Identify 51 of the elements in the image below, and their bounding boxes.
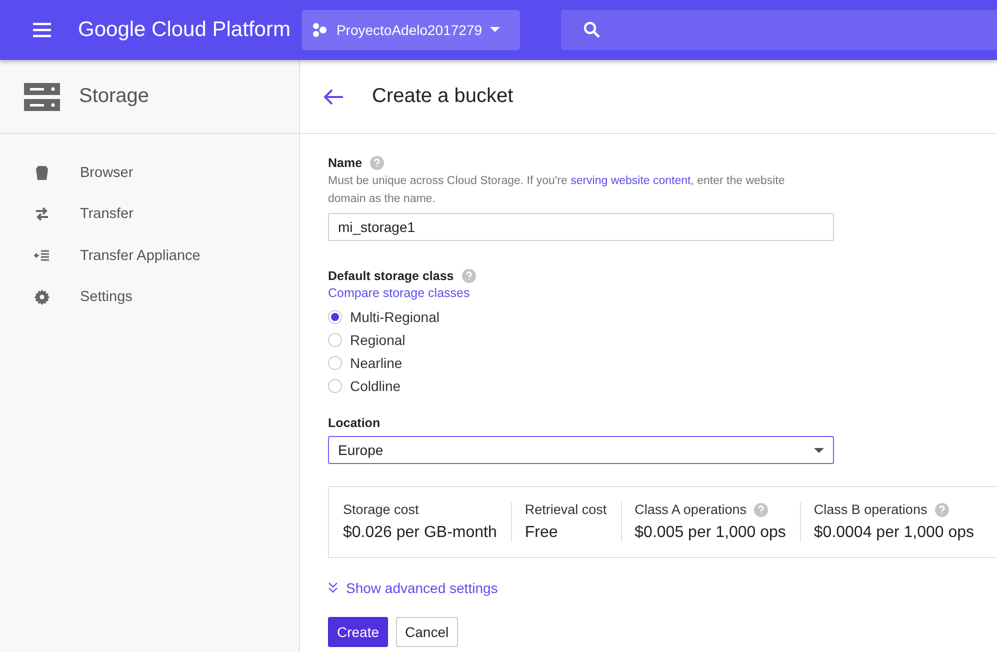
page-title: Create a bucket — [372, 85, 514, 108]
website-content-link[interactable]: serving website content — [570, 175, 691, 187]
radio-button[interactable] — [328, 378, 342, 392]
radio-label: Multi-Regional — [350, 308, 440, 324]
radio-button[interactable] — [328, 356, 342, 370]
help-icon[interactable] — [935, 502, 950, 516]
cost-value: Free — [524, 524, 559, 542]
create-button[interactable]: Create — [328, 617, 388, 647]
sidebar-title: Storage — [79, 85, 150, 108]
field-label: Location — [328, 416, 380, 430]
caret-icon — [490, 27, 500, 33]
back-arrow-icon[interactable] — [322, 88, 344, 106]
radio-button[interactable] — [328, 310, 342, 324]
cost-value: $0.026 per GB-month — [343, 524, 497, 542]
transfer-icon — [34, 206, 50, 222]
cost-label: Retrieval cost — [524, 502, 607, 517]
sidebar-item[interactable]: Browser — [0, 152, 299, 194]
app-title: Google Cloud Platform — [78, 18, 290, 42]
radio-label: Coldline — [350, 378, 401, 394]
compare-classes-link[interactable]: Compare storage classes — [328, 286, 470, 300]
field-description: Must be unique across Cloud Storage. If you're serving website content, enter the website domain as the name. — [328, 174, 786, 207]
sidebar-item[interactable]: Transfer Appliance — [0, 235, 299, 276]
search-icon — [583, 21, 602, 39]
cost-label: Class A operations — [634, 502, 746, 517]
project-icon — [312, 22, 328, 38]
list-icon — [34, 248, 50, 264]
advanced-settings-link[interactable]: Show advanced settings — [328, 580, 498, 596]
field-label: Default storage class — [328, 269, 454, 283]
project-selector[interactable]: ProyectoAdelo2017279 — [302, 10, 520, 50]
storage-icon — [24, 82, 60, 110]
bucket-icon — [34, 164, 50, 181]
location-dropdown[interactable]: Europe — [328, 436, 834, 464]
cost-value: $0.0004 per 1,000 ops — [814, 524, 974, 542]
settings-icon — [34, 289, 50, 306]
cancel-button[interactable]: Cancel — [396, 617, 458, 647]
cost-value: $0.005 per 1,000 ops — [634, 524, 786, 542]
help-icon[interactable] — [462, 269, 476, 283]
chevron-icon — [328, 582, 338, 594]
cost-label: Storage cost — [343, 502, 419, 517]
radio-button[interactable] — [328, 332, 342, 346]
search-field[interactable] — [561, 10, 997, 50]
sidebar-item[interactable]: Transfer — [0, 194, 299, 235]
radio-label: Nearline — [350, 354, 402, 370]
name-input-field[interactable]: mi_storage1 — [328, 213, 834, 241]
radio-label: Regional — [350, 332, 406, 348]
cost-label: Class B operations — [814, 502, 928, 517]
help-icon[interactable] — [370, 156, 384, 170]
caret-icon — [814, 448, 824, 452]
field-label: Name — [328, 156, 362, 170]
sidebar-item[interactable]: Settings — [0, 276, 299, 318]
help-icon[interactable] — [754, 502, 768, 516]
